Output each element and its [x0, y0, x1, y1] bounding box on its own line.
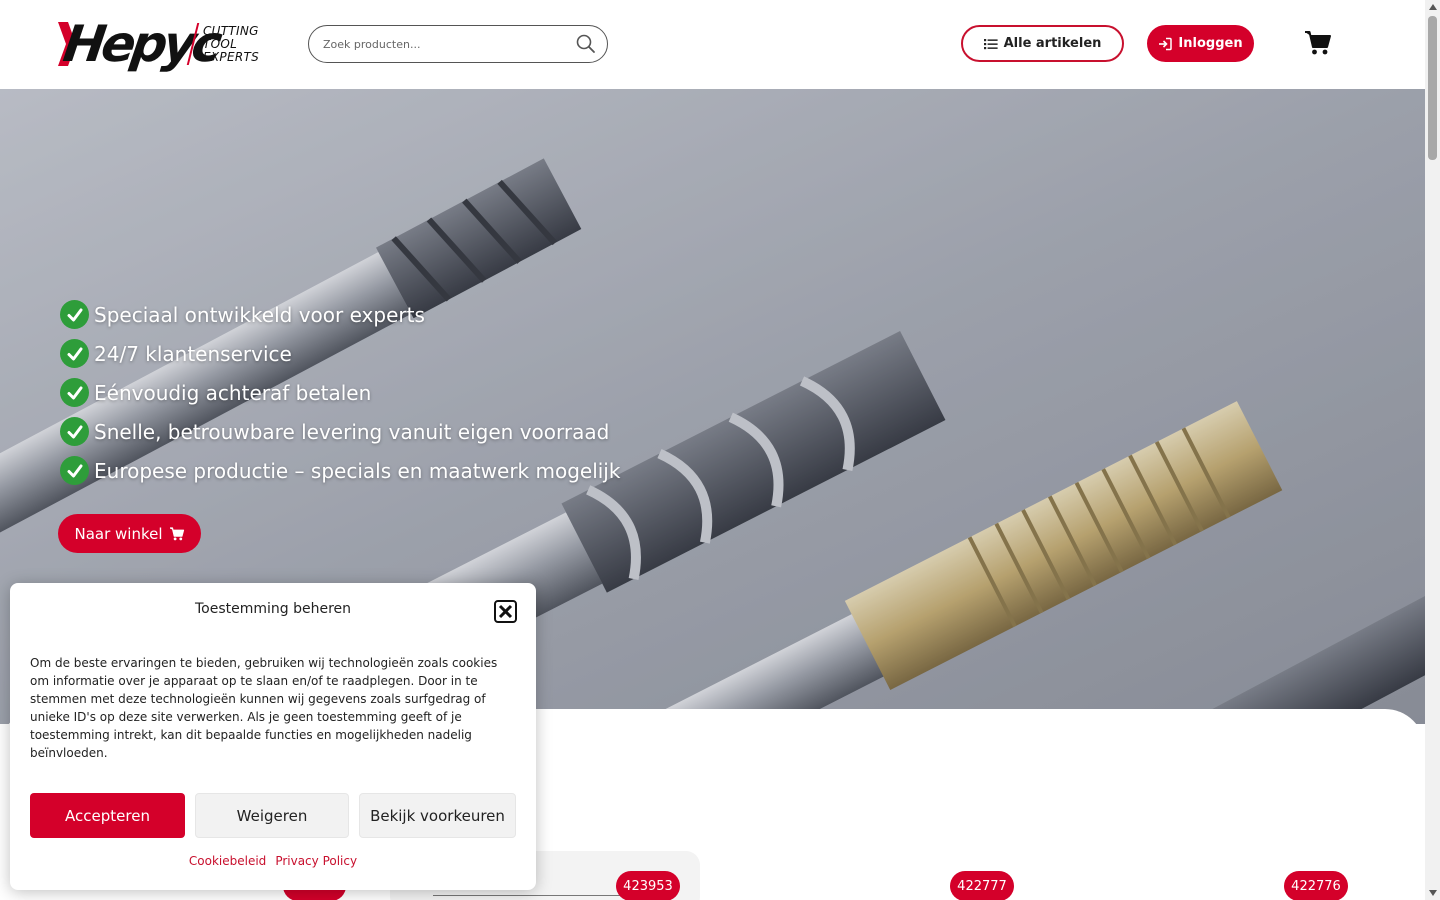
usp-item: Eénvoudig achteraf betalen: [60, 373, 620, 412]
all-items-label: Alle artikelen: [1003, 36, 1102, 51]
list-icon: [983, 38, 998, 49]
shopping-cart-icon[interactable]: [1304, 30, 1332, 56]
product-badge: 423953: [616, 871, 680, 900]
usp-text: 24/7 klantenservice: [94, 341, 292, 366]
login-button[interactable]: Inloggen: [1147, 25, 1254, 62]
check-icon: [60, 378, 89, 407]
logo-wordmark: Hepyc: [56, 15, 222, 73]
deny-button[interactable]: Weigeren: [195, 793, 349, 838]
product-image-edge: [433, 895, 633, 896]
view-preferences-button[interactable]: Bekijk voorkeuren: [359, 793, 516, 838]
scrollbar-thumb[interactable]: [1428, 16, 1437, 160]
check-icon: [60, 339, 89, 368]
close-icon[interactable]: [494, 600, 517, 623]
usp-text: Snelle, betrouwbare levering vanuit eige…: [94, 419, 610, 444]
shop-button-label: Naar winkel: [74, 524, 163, 543]
search-box: [308, 25, 608, 63]
consent-message: Om de beste ervaringen te bieden, gebrui…: [30, 656, 498, 760]
page-scrollbar[interactable]: [1425, 0, 1440, 900]
accept-button[interactable]: Accepteren: [30, 793, 185, 838]
usp-text: Europese productie – specials en maatwer…: [94, 458, 621, 483]
shop-button[interactable]: Naar winkel: [58, 514, 201, 553]
login-label: Inloggen: [1178, 36, 1243, 51]
all-items-button[interactable]: Alle artikelen: [961, 25, 1124, 62]
usp-list: Speciaal ontwikkeld voor experts 24/7 kl…: [60, 295, 620, 490]
usp-item: Snelle, betrouwbare levering vanuit eige…: [60, 412, 620, 451]
scroll-up-arrow-icon[interactable]: [1429, 4, 1437, 10]
product-badge: 422777: [950, 871, 1014, 900]
consent-links: Cookiebeleid Privacy Policy: [10, 854, 536, 868]
usp-item: Speciaal ontwikkeld voor experts: [60, 295, 620, 334]
search-input[interactable]: [309, 37, 559, 51]
consent-title: Toestemming beheren: [194, 601, 352, 617]
cookie-policy-link[interactable]: Cookiebeleid: [189, 854, 266, 868]
check-icon: [60, 417, 89, 446]
product-badge: 422776: [1284, 871, 1348, 900]
usp-text: Eénvoudig achteraf betalen: [94, 380, 372, 405]
shopping-cart-icon: [169, 526, 184, 540]
brand-logo[interactable]: Hepyc CUTTING TOOL EXPERTS: [56, 15, 266, 73]
check-icon: [60, 300, 89, 329]
usp-item: Europese productie – specials en maatwer…: [60, 451, 620, 490]
usp-item: 24/7 klantenservice: [60, 334, 620, 373]
sign-in-icon: [1159, 37, 1173, 50]
cookie-consent-dialog: Toestemming beheren Om de beste ervaring…: [10, 583, 536, 890]
privacy-policy-link[interactable]: Privacy Policy: [275, 854, 357, 868]
search-icon[interactable]: [575, 33, 597, 55]
usp-text: Speciaal ontwikkeld voor experts: [94, 302, 425, 327]
check-icon: [60, 456, 89, 485]
scroll-down-arrow-icon[interactable]: [1429, 890, 1437, 896]
site-header: Hepyc CUTTING TOOL EXPERTS Alle artikele…: [0, 0, 1425, 89]
